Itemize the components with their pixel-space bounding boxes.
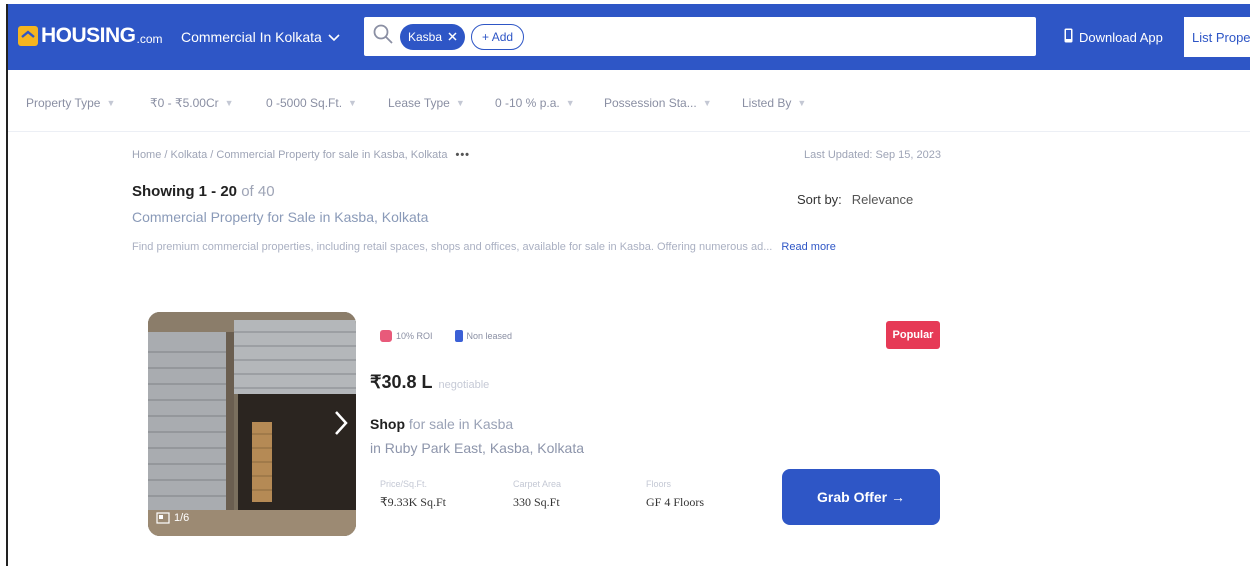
chevron-down-icon <box>328 29 340 45</box>
chevron-down-icon: ▼ <box>348 98 357 108</box>
more-icon[interactable]: ••• <box>455 149 470 161</box>
fact-value: GF 4 Floors <box>646 495 705 509</box>
chevron-right-icon[interactable] <box>334 410 348 436</box>
filter-label: ₹0 - ₹5.00Cr <box>150 96 219 110</box>
listing-tags: 10% ROI Non leased <box>380 330 512 342</box>
filter-label: 0 -10 % p.a. <box>495 96 560 110</box>
filter-label: Property Type <box>26 96 101 110</box>
filter-label: 0 -5000 Sq.Ft. <box>266 96 343 110</box>
housing-logo[interactable]: HOUSING .com <box>18 24 163 48</box>
phone-icon <box>1064 28 1073 46</box>
roi-tag: 10% ROI <box>380 330 433 342</box>
chevron-down-icon: ▼ <box>797 98 807 108</box>
chevron-down-icon: ▼ <box>702 98 712 108</box>
popular-badge: Popular <box>886 321 940 349</box>
city-category-label: Commercial In Kolkata <box>181 29 322 45</box>
city-category-dropdown[interactable]: Commercial In Kolkata <box>181 29 340 45</box>
grab-offer-button[interactable]: Grab Offer → <box>782 469 940 525</box>
fact-key: Carpet Area <box>513 479 562 489</box>
download-app-link[interactable]: Download App <box>1064 28 1163 46</box>
lease-tag: Non leased <box>454 330 513 342</box>
list-property-button[interactable]: List Proper <box>1184 17 1250 57</box>
chevron-down-icon: ▼ <box>565 98 575 108</box>
filter-listed-by[interactable]: Listed By ▼ <box>742 96 806 110</box>
listing-location: in Ruby Park East, Kasba, Kolkata <box>370 440 584 456</box>
fact-floors: Floors GF 4 Floors <box>646 479 779 510</box>
lease-icon <box>454 330 463 342</box>
results-total: of 40 <box>241 183 275 200</box>
fact-value: ₹9.33K Sq.Ft <box>380 495 446 509</box>
top-navbar: HOUSING .com Commercial In Kolkata Kasba… <box>8 4 1250 70</box>
filter-area[interactable]: 0 -5000 Sq.Ft. ▼ <box>266 96 357 110</box>
listing-price: ₹30.8 L negotiable <box>370 372 489 393</box>
listing-title[interactable]: Shop for sale in Kasba <box>370 416 513 432</box>
filter-possession-status[interactable]: Possession Sta... ▼ <box>604 96 712 110</box>
search-bar[interactable]: Kasba + Add <box>364 17 1036 56</box>
listing-type: Shop <box>370 416 405 432</box>
logo-suffix: .com <box>136 32 163 46</box>
add-location-button[interactable]: + Add <box>471 23 525 50</box>
sort-dropdown[interactable]: Sort by: Relevance <box>797 192 913 207</box>
filter-bar: Property Type ▼ ₹0 - ₹5.00Cr ▼ 0 -5000 Sq.… <box>8 70 1250 132</box>
photo-count-text: 1/6 <box>174 512 190 524</box>
sort-label: Sort by: <box>797 192 842 207</box>
fact-key: Floors <box>646 479 672 489</box>
breadcrumb: Home / Kolkata / Commercial Property for… <box>132 149 470 161</box>
description-text: Find premium commercial properties, incl… <box>132 241 773 253</box>
chevron-down-icon: ▼ <box>224 98 234 108</box>
fact-price-per-sqft: Price/Sq.Ft. ₹9.33K Sq.Ft <box>380 479 513 510</box>
chevron-down-icon: ▼ <box>106 98 116 108</box>
filter-roi[interactable]: 0 -10 % p.a. ▼ <box>495 96 575 110</box>
listing-photo[interactable]: 1/6 <box>148 312 356 536</box>
listing-title-rest: for sale in Kasba <box>405 416 514 432</box>
search-icon <box>372 23 394 50</box>
fact-key: Price/Sq.Ft. <box>380 479 428 489</box>
filter-property-type[interactable]: Property Type ▼ <box>26 96 115 110</box>
breadcrumb-text[interactable]: Home / Kolkata / Commercial Property for… <box>132 149 447 161</box>
logo-text: HOUSING <box>41 24 136 47</box>
results-count: Showing 1 - 20 of 40 <box>132 183 275 200</box>
location-chip-label: Kasba <box>408 29 443 44</box>
gallery-icon <box>156 512 170 524</box>
house-logo-icon <box>18 26 38 46</box>
download-app-label: Download App <box>1079 29 1163 45</box>
page-description: Find premium commercial properties, incl… <box>132 241 836 253</box>
location-chip[interactable]: Kasba <box>400 23 466 50</box>
price-value: ₹30.8 L <box>370 372 433 392</box>
close-icon[interactable] <box>448 30 457 44</box>
last-updated: Last Updated: Sep 15, 2023 <box>804 149 941 161</box>
photo-counter: 1/6 <box>156 512 189 524</box>
page-frame: HOUSING .com Commercial In Kolkata Kasba… <box>6 4 1250 566</box>
read-more-link[interactable]: Read more <box>781 241 835 253</box>
filter-label: Possession Sta... <box>604 96 697 110</box>
price-note: negotiable <box>438 379 490 391</box>
lease-tag-label: Non leased <box>466 331 513 341</box>
page-subtitle: Commercial Property for Sale in Kasba, K… <box>132 209 429 225</box>
roi-icon <box>380 330 392 342</box>
listing-facts: Price/Sq.Ft. ₹9.33K Sq.Ft Carpet Area 33… <box>380 479 779 510</box>
fact-carpet-area: Carpet Area 330 Sq.Ft <box>513 479 646 510</box>
sort-value: Relevance <box>851 192 914 207</box>
shop-photo-illustration <box>148 312 356 536</box>
fact-value: 330 Sq.Ft <box>513 495 560 509</box>
filter-label: Lease Type <box>388 96 450 110</box>
filter-lease-type[interactable]: Lease Type ▼ <box>388 96 465 110</box>
chevron-down-icon: ▼ <box>455 98 465 108</box>
filter-budget[interactable]: ₹0 - ₹5.00Cr ▼ <box>150 96 234 110</box>
filter-label: Listed By <box>742 96 792 110</box>
roi-tag-label: 10% ROI <box>396 331 433 341</box>
results-range: Showing 1 - 20 <box>132 183 238 200</box>
